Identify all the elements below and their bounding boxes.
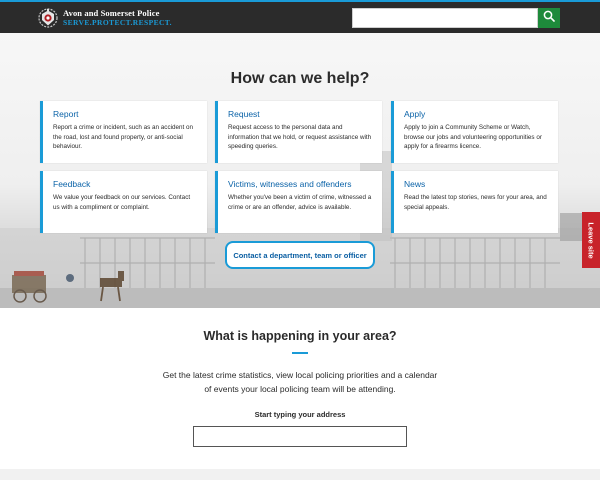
card-description: Report a crime or incident, such as an a… [53, 124, 194, 150]
help-hero: How can we help? Report Report a crime o… [0, 33, 600, 308]
card-feedback[interactable]: Feedback We value your feedback on our s… [40, 171, 207, 233]
card-description: Apply to join a Community Scheme or Watc… [404, 124, 542, 150]
card-title[interactable]: Feedback [53, 179, 197, 189]
card-title[interactable]: Request [228, 109, 372, 119]
address-label: Start typing your address [254, 410, 346, 419]
card-request[interactable]: Request Request access to the personal d… [215, 101, 382, 163]
org-name: Avon and Somerset Police [63, 8, 160, 18]
card-apply[interactable]: Apply Apply to join a Community Scheme o… [391, 101, 558, 163]
area-heading: What is happening in your area? [203, 329, 397, 343]
address-input[interactable] [193, 426, 407, 447]
leave-site-button[interactable]: Leave site [582, 212, 600, 268]
search-input[interactable] [352, 8, 538, 28]
card-news[interactable]: News Read the latest top stories, news f… [391, 171, 558, 233]
footer-strip [0, 469, 600, 480]
card-victims-witnesses-offenders[interactable]: Victims, witnesses and offenders Whether… [215, 171, 382, 233]
card-report[interactable]: Report Report a crime or incident, such … [40, 101, 207, 163]
search-button[interactable] [538, 8, 560, 28]
top-header: Avon and Somerset Police SERVE.PROTECT.R… [0, 0, 600, 33]
site-logo[interactable]: Avon and Somerset Police SERVE.PROTECT.R… [38, 8, 172, 28]
card-title[interactable]: Apply [404, 109, 548, 119]
card-description: We value your feedback on our services. … [53, 194, 191, 211]
org-motto: SERVE.PROTECT.RESPECT. [63, 18, 172, 27]
heading-underline [292, 352, 308, 354]
police-crest-icon [38, 8, 58, 28]
card-description: Request access to the personal data and … [228, 124, 372, 150]
area-description: Get the latest crime statistics, view lo… [162, 370, 438, 394]
card-description: Read the latest top stories, news for yo… [404, 194, 547, 211]
search-icon [543, 9, 555, 27]
card-title[interactable]: Report [53, 109, 197, 119]
contact-department-button[interactable]: Contact a department, team or officer [225, 241, 375, 269]
card-title[interactable]: News [404, 179, 548, 189]
help-heading: How can we help? [230, 70, 370, 87]
leave-site-label: Leave site [586, 221, 596, 259]
card-description: Whether you've been a victim of crime, w… [228, 194, 372, 211]
card-title[interactable]: Victims, witnesses and offenders [228, 179, 372, 189]
